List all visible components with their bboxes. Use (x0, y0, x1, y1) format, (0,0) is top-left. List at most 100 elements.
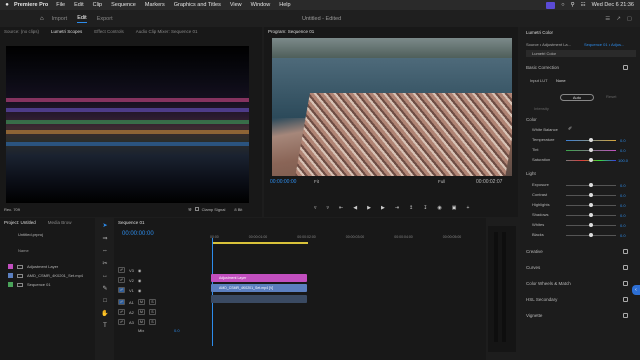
slider-value[interactable]: 0.0 (620, 148, 626, 153)
time-ruler[interactable]: 00:00 00:00:01:00 00:00:02:00 00:00:03:0… (210, 235, 510, 239)
quality-select[interactable]: Full (438, 179, 445, 184)
go-to-in-icon[interactable]: ⇤ (339, 205, 343, 211)
list-item[interactable]: Adjustment Layer (8, 264, 83, 269)
tab-effect-controls[interactable]: Effect Controls (94, 29, 123, 34)
section-checkbox[interactable] (623, 249, 628, 254)
slider-value[interactable]: 0.0 (620, 233, 626, 238)
export-frame-icon[interactable]: ◉ (437, 205, 441, 211)
section-hsl[interactable]: HSL Secondary (526, 297, 636, 302)
wrench-icon[interactable]: ⚒ (188, 207, 192, 212)
tab-project[interactable]: Project: Untitled (4, 220, 36, 225)
mute-button[interactable]: M (137, 309, 145, 315)
razor-icon[interactable]: ✂ (102, 260, 107, 267)
exposure-slider[interactable] (566, 183, 616, 187)
reset-button[interactable]: Reset (606, 94, 616, 99)
slider-knob[interactable] (589, 138, 593, 142)
slider-value[interactable]: 0.0 (620, 183, 626, 188)
list-item[interactable]: AMD_CSMR_4K0201_Set.mp4 (8, 273, 83, 278)
selection-tool-icon[interactable]: ➤ (102, 222, 107, 229)
work-area-bar[interactable] (212, 242, 308, 244)
fit-select[interactable]: Fit (314, 179, 319, 184)
clip-audio[interactable] (211, 295, 307, 303)
clip-adjustment-layer[interactable]: Adjustment Layer (211, 274, 307, 282)
auto-button[interactable]: Auto (560, 94, 594, 101)
source-selector[interactable]: Source • Adjustment La... (526, 42, 571, 47)
mute-button[interactable]: M (137, 299, 145, 305)
eye-icon[interactable]: ◉ (138, 268, 142, 273)
slider-knob[interactable] (589, 233, 593, 237)
bit-depth-select[interactable]: 8 Bit (234, 207, 242, 212)
lock-icon[interactable]: ☍ (118, 319, 125, 325)
tab-source[interactable]: Source: (no clips) (4, 29, 39, 34)
slip-icon[interactable]: ↔ (102, 273, 108, 279)
sequence-selector[interactable]: Sequence 01 • Adjus... (584, 42, 624, 47)
eye-icon[interactable]: ◉ (138, 278, 142, 283)
section-color[interactable]: Color (526, 117, 636, 122)
apple-icon[interactable]: ● (0, 2, 14, 8)
solo-button[interactable]: S (148, 299, 156, 305)
contrast-slider[interactable] (566, 193, 616, 197)
effect-selector[interactable]: Lumetri Color (526, 50, 636, 57)
basic-checkbox[interactable] (623, 65, 628, 70)
lock-icon[interactable]: ☍ (118, 277, 125, 283)
tab-audio-mixer[interactable]: Audio Clip Mixer: Sequence 01 (136, 29, 198, 34)
menu-file[interactable]: File (56, 2, 65, 8)
slider-knob[interactable] (589, 203, 593, 207)
section-creative[interactable]: Creative (526, 249, 636, 254)
temperature-slider[interactable] (566, 138, 616, 142)
clip-video[interactable]: AMD_CSMR_4K0201_Set.mp4 [V] (211, 284, 307, 292)
menu-help[interactable]: Help (279, 2, 290, 8)
clamp-checkbox[interactable] (194, 207, 199, 211)
list-item[interactable]: Sequence 01 (8, 282, 83, 287)
menu-view[interactable]: View (230, 2, 242, 8)
section-curves[interactable]: Curves (526, 265, 636, 270)
step-forward-icon[interactable]: ▶ (381, 205, 385, 211)
share-icon[interactable]: ↗ (616, 16, 621, 22)
program-video-frame[interactable] (272, 38, 512, 176)
slider-knob[interactable] (589, 213, 593, 217)
program-title[interactable]: Program: Sequence 01 (268, 29, 314, 34)
menu-edit[interactable]: Edit (74, 2, 83, 8)
section-light[interactable]: Light (526, 171, 636, 176)
program-timecode-left[interactable]: 00:00:00:00 (270, 179, 296, 185)
go-to-out-icon[interactable]: ⇥ (395, 205, 399, 211)
control-center-icon[interactable]: ☷ (581, 2, 586, 8)
tab-sequence[interactable]: Sequence 01 (118, 220, 145, 225)
app-name[interactable]: Premiere Pro (14, 2, 48, 8)
playhead[interactable] (212, 238, 213, 346)
slider-value[interactable]: 0.0 (620, 138, 626, 143)
add-icon[interactable]: + (467, 205, 470, 211)
section-checkbox[interactable] (623, 281, 628, 286)
play-icon[interactable]: ▶ (367, 205, 371, 211)
menu-sequence[interactable]: Sequence (111, 2, 136, 8)
menu-clip[interactable]: Clip (93, 2, 102, 8)
slider-value[interactable]: 0.0 (620, 223, 626, 228)
section-vignette[interactable]: Vignette (526, 313, 636, 318)
slider-knob[interactable] (589, 158, 593, 162)
tab-export[interactable]: Export (97, 16, 113, 22)
wifi-icon[interactable]: ○ (561, 2, 564, 8)
mix-value[interactable]: 0.0 (174, 328, 180, 333)
solo-button[interactable]: S (148, 309, 156, 315)
hand-icon[interactable]: ✋ (101, 310, 108, 317)
slider-value[interactable]: 0.0 (620, 203, 626, 208)
rectangle-icon[interactable]: □ (103, 298, 107, 304)
extract-icon[interactable]: ↧ (423, 205, 427, 211)
tint-slider[interactable] (566, 148, 616, 152)
clock[interactable]: Wed Dec 6 21:36 (592, 2, 634, 8)
tab-media-browser[interactable]: Media Brow (48, 220, 72, 225)
section-checkbox[interactable] (623, 297, 628, 302)
lumetri-title[interactable]: Lumetri Color (526, 30, 553, 35)
blacks-slider[interactable] (566, 233, 616, 237)
slider-knob[interactable] (589, 183, 593, 187)
section-basic[interactable]: Basic Correction (526, 65, 636, 70)
slider-knob[interactable] (589, 148, 593, 152)
lock-icon[interactable]: ☍ (118, 299, 125, 305)
mark-out-icon[interactable]: ▿ (327, 205, 330, 211)
menu-markers[interactable]: Markers (145, 2, 165, 8)
track-select-icon[interactable]: ⇒ (102, 235, 107, 242)
highlights-slider[interactable] (566, 203, 616, 207)
tab-lumetri-scopes[interactable]: Lumetri Scopes (51, 29, 82, 34)
comparison-icon[interactable]: ▣ (452, 205, 457, 211)
lift-icon[interactable]: ↥ (409, 205, 413, 211)
